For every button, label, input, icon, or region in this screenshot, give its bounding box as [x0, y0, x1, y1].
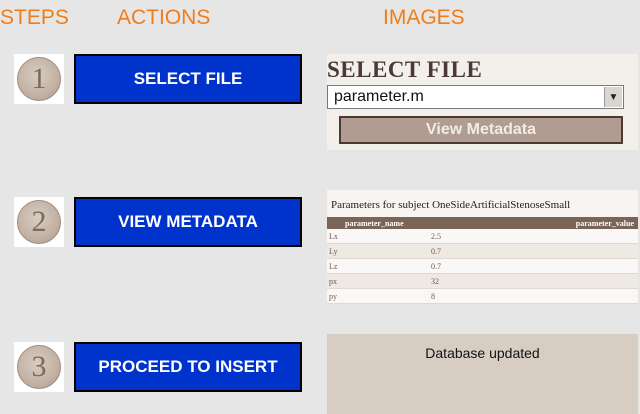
table-row: px 32: [327, 273, 638, 289]
proceed-to-insert-button[interactable]: PROCEED TO INSERT: [74, 342, 302, 392]
step-1-badge: 1: [14, 54, 64, 104]
view-metadata-preview-button[interactable]: View Metadata: [339, 116, 623, 144]
metadata-table: parameter_name parameter_value Lx 2.5 Ly…: [327, 217, 638, 304]
file-select-value: parameter.m: [334, 88, 424, 105]
param-value: 8: [429, 288, 638, 304]
param-name: Lx: [327, 229, 429, 244]
param-name: px: [327, 273, 429, 289]
step-number: 3: [17, 345, 61, 389]
header-steps: STEPS: [0, 6, 69, 29]
param-value: 0.7: [429, 258, 638, 274]
header-images: IMAGES: [383, 6, 465, 29]
step-2-badge: 2: [14, 197, 64, 247]
file-select[interactable]: parameter.m ▼: [327, 85, 624, 109]
param-value: 0.7: [429, 243, 638, 259]
column-header: parameter_value: [429, 217, 638, 229]
header-actions: ACTIONS: [117, 6, 211, 29]
select-file-preview: SELECT FILE parameter.m ▼ View Metadata: [327, 54, 638, 150]
chevron-down-icon[interactable]: ▼: [604, 87, 622, 107]
param-value: 2.5: [429, 229, 638, 244]
metadata-preview: Parameters for subject OneSideArtificial…: [327, 190, 638, 304]
status-message: Database updated: [425, 345, 540, 361]
param-name: Ly: [327, 243, 429, 259]
view-metadata-button[interactable]: VIEW METADATA: [74, 197, 302, 247]
table-row: Ly 0.7: [327, 243, 638, 259]
param-value: 32: [429, 273, 638, 289]
step-3-badge: 3: [14, 342, 64, 392]
param-name: Lz: [327, 258, 429, 274]
insert-result-preview: Database updated: [327, 334, 638, 414]
select-file-button[interactable]: SELECT FILE: [74, 54, 302, 104]
param-name: py: [327, 288, 429, 304]
column-header: parameter_name: [327, 217, 429, 229]
table-row: py 8: [327, 288, 638, 304]
step-number: 2: [17, 200, 61, 244]
metadata-title: Parameters for subject OneSideArtificial…: [331, 199, 571, 211]
table-row: Lx 2.5: [327, 229, 638, 244]
preview-title: SELECT FILE: [327, 57, 483, 82]
step-number: 1: [17, 57, 61, 101]
table-row: Lz 0.7: [327, 258, 638, 274]
